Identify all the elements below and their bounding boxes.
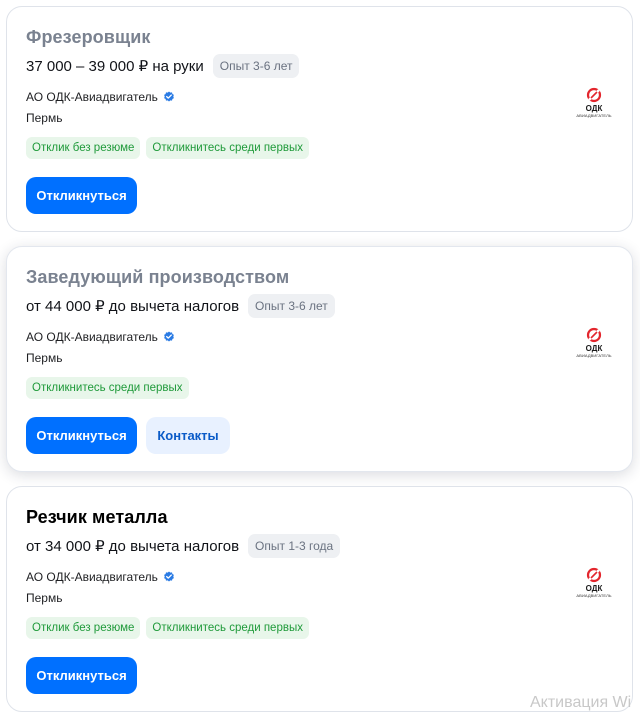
respond-button[interactable]: Откликнуться: [26, 657, 137, 694]
city: Пермь: [26, 351, 63, 365]
contacts-button[interactable]: Контакты: [146, 417, 230, 454]
tag-be-first: Откликнитесь среди первых: [146, 617, 309, 639]
company-logo[interactable]: ОДК АВИАДВИГАТЕЛЬ: [571, 327, 617, 363]
tags: Отклик без резюме Откликнитесь среди пер…: [26, 617, 309, 639]
respond-button[interactable]: Откликнуться: [26, 177, 137, 214]
odk-logo-icon: [586, 87, 602, 103]
tags: Откликнитесь среди первых: [26, 377, 189, 399]
actions: Откликнуться: [26, 177, 137, 214]
tag-no-resume: Отклик без резюме: [26, 617, 141, 639]
logo-subtitle: АВИАДВИГАТЕЛЬ: [576, 593, 612, 598]
vacancy-card[interactable]: Заведующий производством от 44 000 ₽ до …: [6, 246, 633, 472]
tag-be-first: Откликнитесь среди первых: [26, 377, 189, 399]
vacancy-feed: Фрезеровщик 37 000 – 39 000 ₽ на руки Оп…: [0, 0, 640, 717]
company-row: АО ОДК-Авиадвигатель: [26, 90, 175, 104]
company-name[interactable]: АО ОДК-Авиадвигатель: [26, 330, 158, 344]
salary: от 44 000 ₽ до вычета налогов: [26, 298, 240, 315]
tag-be-first: Откликнитесь среди первых: [146, 137, 309, 159]
logo-name: ОДК: [585, 344, 603, 353]
logo-subtitle: АВИАДВИГАТЕЛЬ: [576, 353, 612, 358]
company-name[interactable]: АО ОДК-Авиадвигатель: [26, 570, 158, 584]
odk-logo-icon: [586, 567, 602, 583]
windows-activation-watermark: Активация Wi: [530, 694, 632, 711]
tags: Отклик без резюме Откликнитесь среди пер…: [26, 137, 309, 159]
salary-row: от 44 000 ₽ до вычета налогов Опыт 3-6 л…: [26, 294, 335, 318]
company-row: АО ОДК-Авиадвигатель: [26, 330, 175, 344]
company-row: АО ОДК-Авиадвигатель: [26, 570, 175, 584]
salary-row: от 34 000 ₽ до вычета налогов Опыт 1-3 г…: [26, 534, 341, 558]
verified-check-icon: [163, 91, 174, 102]
vacancy-title[interactable]: Заведующий производством: [26, 267, 289, 288]
respond-button[interactable]: Откликнуться: [26, 417, 137, 454]
city: Пермь: [26, 111, 63, 125]
company-logo[interactable]: ОДК АВИАДВИГАТЕЛЬ: [571, 87, 617, 123]
company-logo[interactable]: ОДК АВИАДВИГАТЕЛЬ: [571, 567, 617, 603]
tag-no-resume: Отклик без резюме: [26, 137, 141, 159]
logo-name: ОДК: [585, 104, 603, 113]
vacancy-card[interactable]: Фрезеровщик 37 000 – 39 000 ₽ на руки Оп…: [6, 6, 633, 232]
city: Пермь: [26, 591, 63, 605]
company-name[interactable]: АО ОДК-Авиадвигатель: [26, 90, 158, 104]
logo-name: ОДК: [585, 584, 603, 593]
salary-row: 37 000 – 39 000 ₽ на руки Опыт 3-6 лет: [26, 54, 300, 78]
verified-check-icon: [163, 571, 174, 582]
salary: от 34 000 ₽ до вычета налогов: [26, 538, 240, 555]
experience-badge: Опыт 1-3 года: [248, 534, 341, 558]
experience-badge: Опыт 3-6 лет: [212, 54, 300, 78]
vacancy-title[interactable]: Фрезеровщик: [26, 27, 151, 48]
actions: Откликнуться: [26, 657, 137, 694]
vacancy-title[interactable]: Резчик металла: [26, 507, 168, 528]
salary: 37 000 – 39 000 ₽ на руки: [26, 58, 204, 75]
experience-badge: Опыт 3-6 лет: [248, 294, 335, 318]
odk-logo-icon: [586, 327, 602, 343]
vacancy-card[interactable]: Резчик металла от 34 000 ₽ до вычета нал…: [6, 486, 633, 712]
logo-subtitle: АВИАДВИГАТЕЛЬ: [576, 113, 612, 118]
actions: Откликнуться Контакты: [26, 417, 230, 454]
verified-check-icon: [163, 331, 174, 342]
